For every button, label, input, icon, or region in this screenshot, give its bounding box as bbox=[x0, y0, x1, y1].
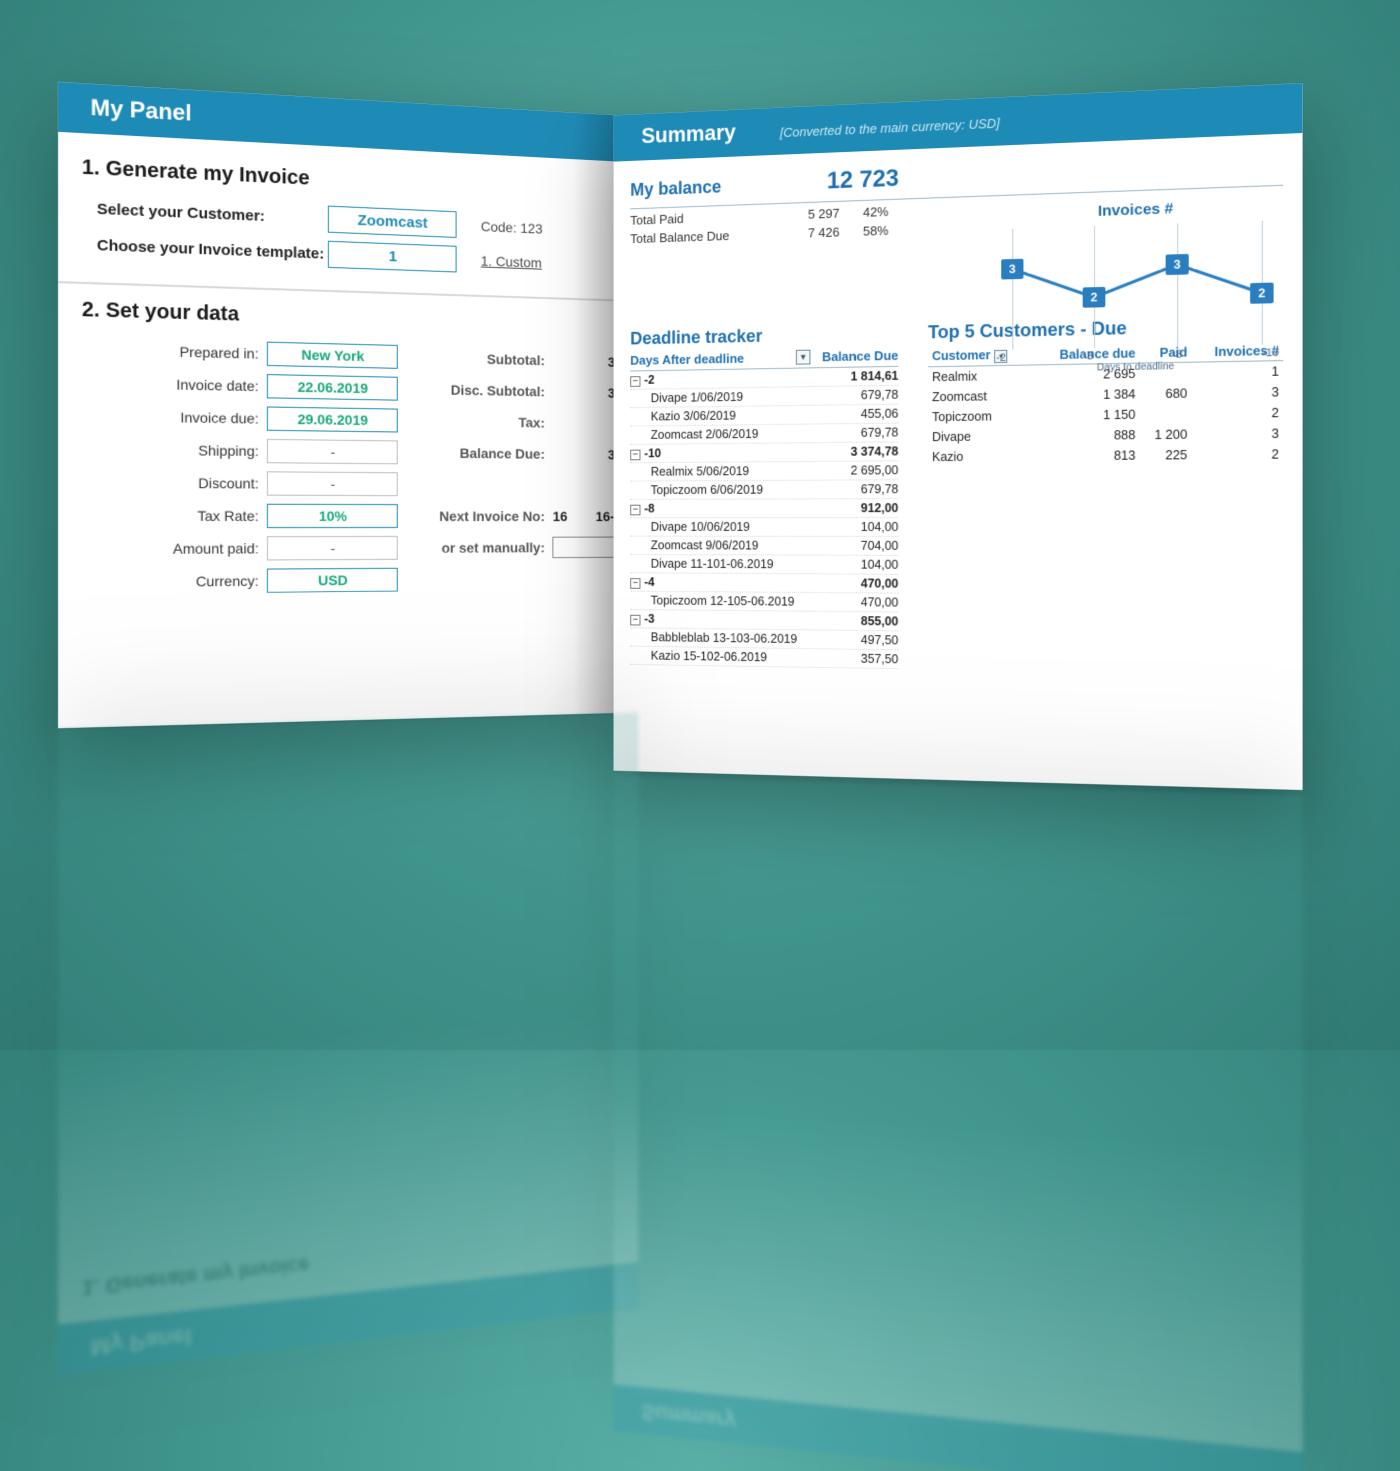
form-label: Currency: bbox=[78, 573, 267, 591]
total-label: Subtotal: bbox=[398, 349, 553, 368]
form-label: Tax Rate: bbox=[78, 507, 267, 524]
summary-window: Summary [Converted to the main currency:… bbox=[614, 83, 1303, 790]
form-label: Discount: bbox=[78, 474, 267, 492]
deadline-title: Deadline tracker bbox=[630, 323, 898, 349]
top5-title: Top 5 Customers - Due bbox=[928, 314, 1283, 343]
deadline-col1: Days After deadline bbox=[630, 351, 744, 368]
collapse-icon[interactable]: − bbox=[630, 376, 640, 387]
collapse-icon[interactable]: − bbox=[630, 615, 640, 626]
deadline-item: Zoomcast 2/06/2019679,78 bbox=[630, 424, 898, 445]
manual-label: or set manually: bbox=[398, 540, 553, 556]
form-label: Invoice due: bbox=[78, 408, 267, 427]
top5-header: Invoices # bbox=[1191, 340, 1283, 362]
form-input[interactable]: 22.06.2019 bbox=[267, 374, 398, 401]
form-label: Invoice date: bbox=[78, 374, 267, 394]
form-input[interactable]: - bbox=[267, 439, 398, 464]
deadline-group[interactable]: −-103 374,78 bbox=[630, 442, 898, 463]
customer-code: Code: 123 bbox=[481, 218, 543, 236]
chart-point: 3 bbox=[1166, 254, 1189, 275]
total-label: Tax: bbox=[398, 413, 553, 431]
template-dropdown[interactable]: 1 bbox=[328, 241, 457, 273]
total-paid-value: 5 297 bbox=[772, 206, 840, 223]
deadline-item: Realmix 5/06/20192 695,00 bbox=[630, 461, 898, 481]
next-invoice-label: Next Invoice No: bbox=[398, 508, 553, 524]
chart-point: 2 bbox=[1083, 287, 1106, 308]
form-label: Prepared in: bbox=[78, 341, 267, 362]
chart-point: 2 bbox=[1250, 283, 1273, 304]
section-2-heading: 2. Set your data bbox=[82, 298, 622, 337]
deadline-body: −-21 814,61Divape 1/06/2019679,78Kazio 3… bbox=[630, 367, 898, 669]
collapse-icon[interactable]: − bbox=[630, 450, 640, 461]
deadline-col2: Balance Due bbox=[822, 348, 898, 364]
invoice-data-grid: Prepared in:New YorkSubtotal:325,00Invoi… bbox=[78, 337, 622, 595]
total-label: Disc. Subtotal: bbox=[398, 381, 553, 400]
total-paid-pct: 42% bbox=[840, 204, 889, 221]
deadline-item: Divape 10/06/2019104,00 bbox=[630, 518, 898, 537]
total-label: Balance Due: bbox=[398, 444, 553, 461]
top5-header: Customer▾ bbox=[928, 345, 1034, 367]
summary-subtitle: [Converted to the main currency: USD] bbox=[780, 116, 1000, 141]
top5-header: Paid bbox=[1140, 342, 1192, 363]
form-input[interactable]: USD bbox=[267, 568, 398, 593]
deadline-item: Divape 11-101-06.2019104,00 bbox=[630, 555, 898, 575]
balance-label: My balance bbox=[630, 177, 721, 201]
customer-dropdown[interactable]: Zoomcast bbox=[328, 206, 457, 238]
filter-icon[interactable]: ▾ bbox=[994, 350, 1007, 363]
table-row: Kazio8132252 bbox=[928, 444, 1283, 467]
balance-value: 12 723 bbox=[827, 165, 899, 196]
deadline-item: Zoomcast 9/06/2019704,00 bbox=[630, 537, 898, 556]
template-label: Choose your Invoice template: bbox=[78, 236, 328, 263]
total-paid-label: Total Paid bbox=[630, 208, 772, 228]
template-hint[interactable]: 1. Custom bbox=[481, 252, 542, 270]
form-input[interactable]: New York bbox=[267, 342, 398, 369]
top5-header: Balance due bbox=[1034, 343, 1140, 365]
form-input[interactable]: - bbox=[267, 471, 398, 496]
customer-label: Select your Customer: bbox=[78, 200, 328, 228]
deadline-group[interactable]: −-4470,00 bbox=[630, 573, 898, 593]
total-due-label: Total Balance Due bbox=[630, 227, 772, 246]
collapse-icon[interactable]: − bbox=[630, 578, 640, 589]
total-due-value: 7 426 bbox=[772, 225, 840, 242]
deadline-item: Kazio 15-102-06.2019357,50 bbox=[630, 647, 898, 670]
top5-table: Customer▾Balance duePaidInvoices # Realm… bbox=[928, 340, 1283, 467]
chart-point: 3 bbox=[1001, 259, 1023, 280]
deadline-item: Topiczoom 6/06/2019679,78 bbox=[630, 480, 898, 500]
total-due-pct: 58% bbox=[840, 223, 889, 239]
summary-title: Summary bbox=[641, 120, 735, 148]
filter-icon[interactable]: ▾ bbox=[796, 350, 810, 365]
form-label: Shipping: bbox=[78, 441, 267, 459]
collapse-icon[interactable]: − bbox=[630, 505, 640, 516]
form-input[interactable]: - bbox=[267, 536, 398, 561]
form-label: Amount paid: bbox=[78, 540, 267, 557]
form-input[interactable]: 29.06.2019 bbox=[267, 406, 398, 432]
deadline-group[interactable]: −-8912,00 bbox=[630, 499, 898, 518]
form-input[interactable]: 10% bbox=[267, 504, 398, 528]
my-panel-window: My Panel 1. Generate my Invoice Select y… bbox=[58, 82, 638, 728]
